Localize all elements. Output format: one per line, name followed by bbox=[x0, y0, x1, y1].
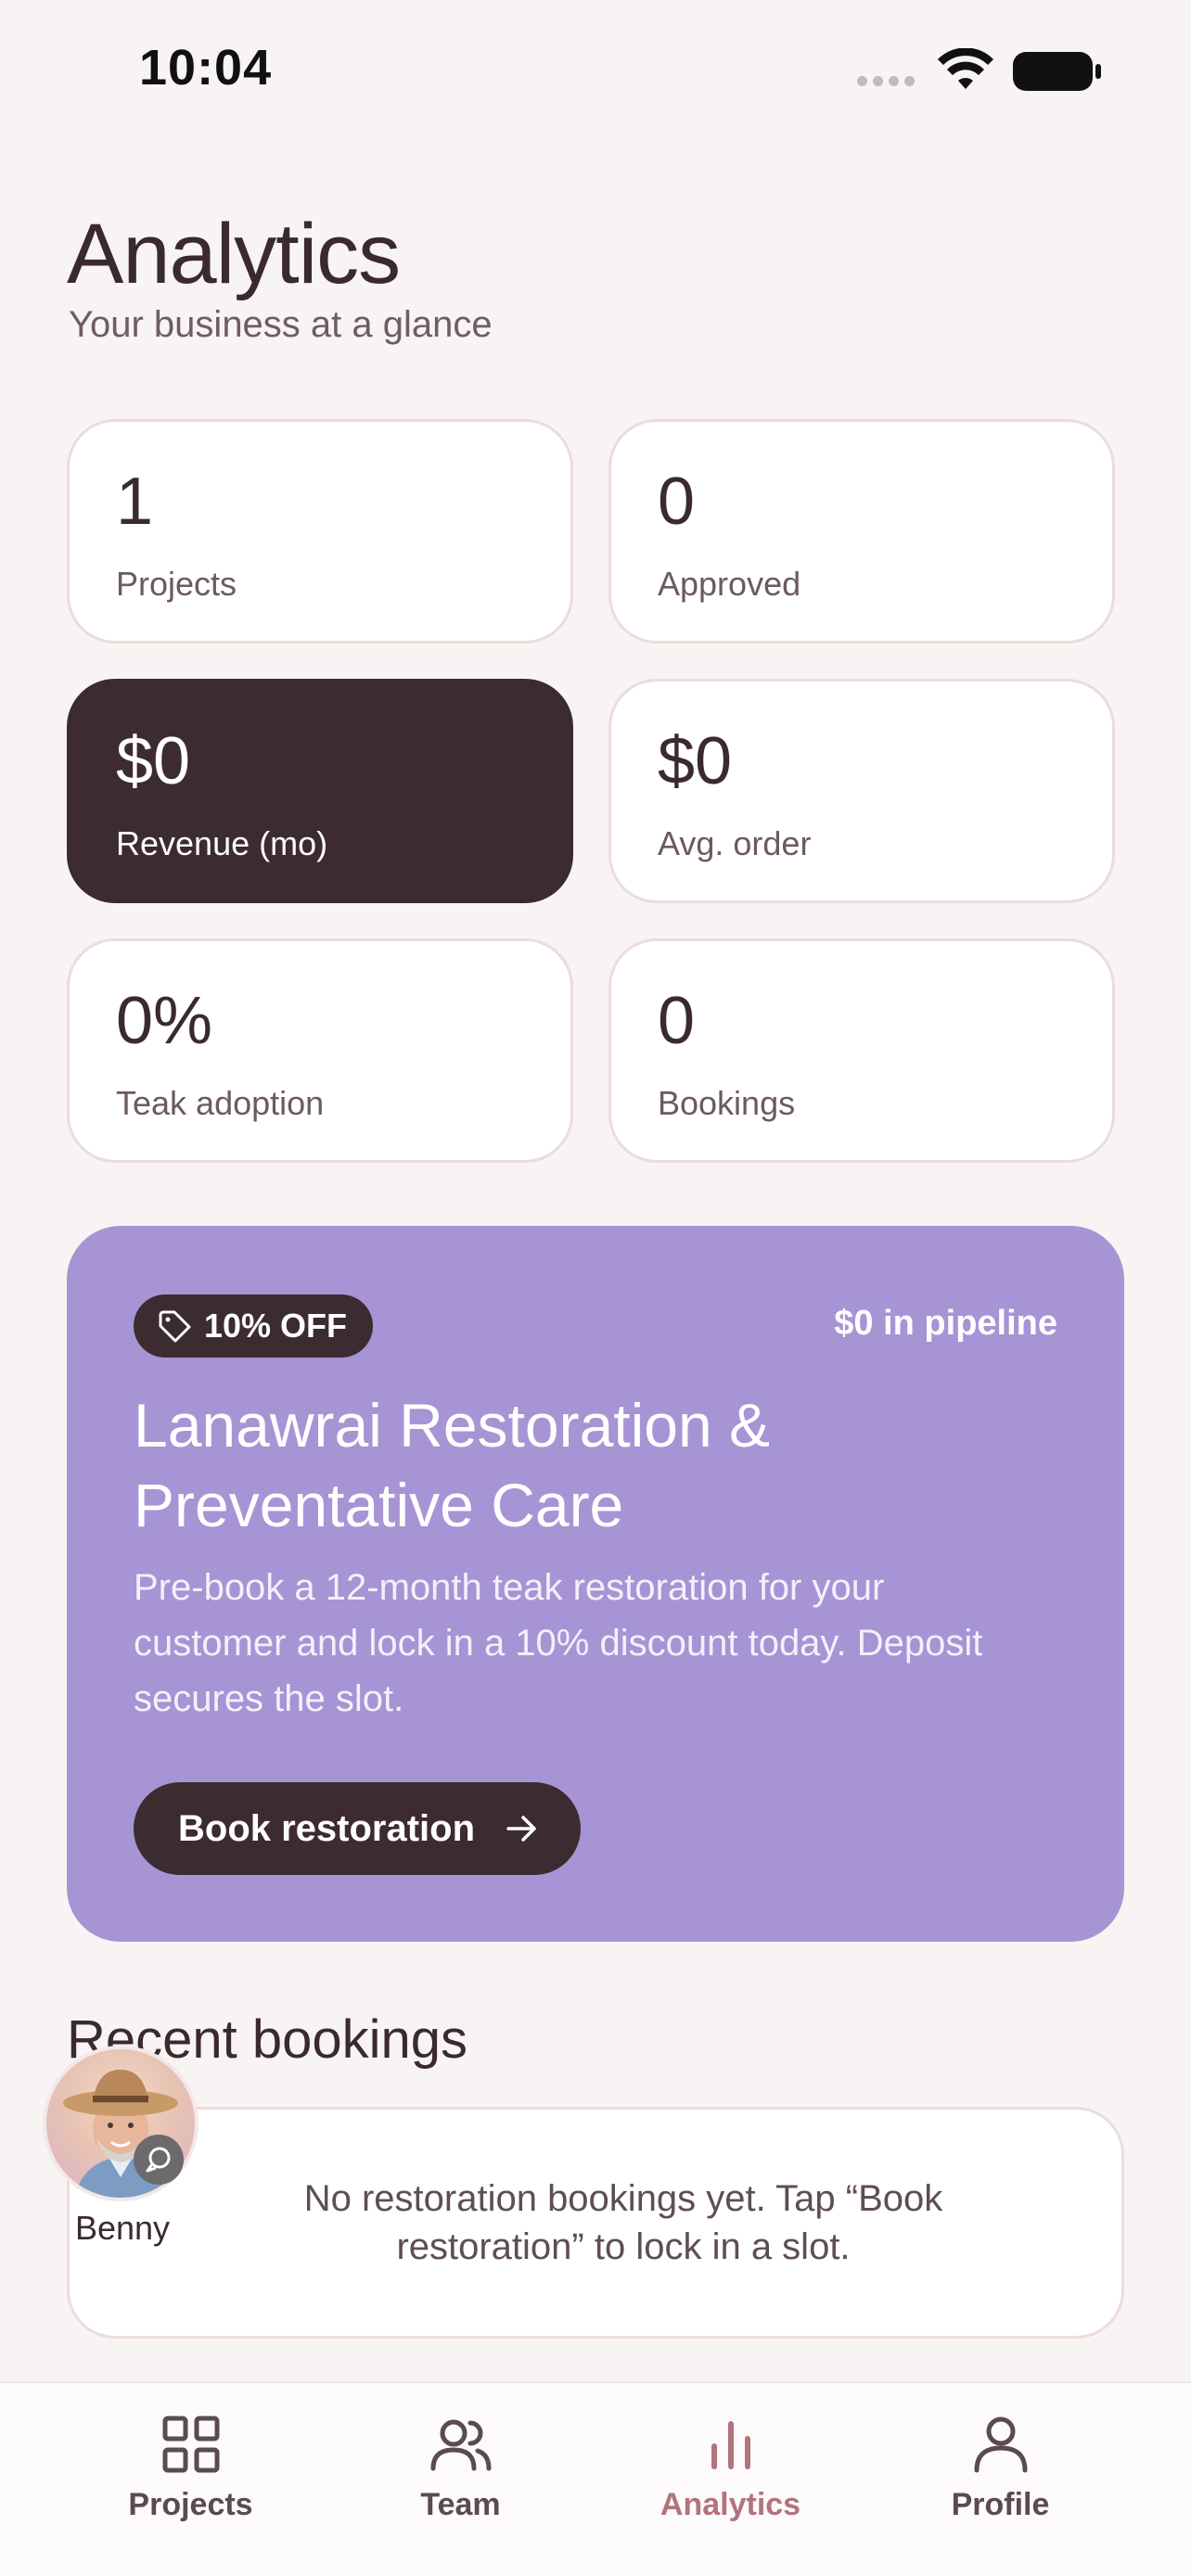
bookings-empty-card: No restoration bookings yet. Tap “Book r… bbox=[67, 2107, 1124, 2339]
promo-description: Pre-book a 12-month teak restoration for… bbox=[134, 1567, 983, 1719]
stat-value: $0 bbox=[116, 724, 191, 798]
bookings-empty-message: No restoration bookings yet. Tap “Book r… bbox=[303, 2178, 943, 2267]
stat-card-teak-adoption[interactable]: 0% Teak adoption bbox=[67, 938, 573, 1163]
stat-label: Teak adoption bbox=[116, 1084, 325, 1122]
tab-bar: Projects Team Analytics Profile bbox=[0, 2381, 1191, 2576]
tab-profile[interactable]: Profile bbox=[908, 2411, 1094, 2576]
page-title: Analytics bbox=[67, 207, 401, 301]
stat-label: Revenue (mo) bbox=[116, 824, 328, 862]
arrow-right-icon bbox=[506, 1816, 536, 1842]
wifi-icon bbox=[938, 48, 993, 89]
assistant-name: Benny bbox=[74, 2209, 171, 2247]
stat-value: 0% bbox=[116, 984, 213, 1058]
tab-team[interactable]: Team bbox=[368, 2411, 554, 2576]
stat-value: $0 bbox=[658, 724, 733, 798]
tab-label: Team bbox=[420, 2487, 501, 2522]
stats-grid: 1 Projects 0 Approved $0 Revenue (mo) $0… bbox=[67, 419, 1115, 1163]
stat-card-approved[interactable]: 0 Approved bbox=[608, 419, 1115, 644]
pipeline-amount: $0 in pipeline bbox=[834, 1304, 1057, 1343]
stat-label: Approved bbox=[658, 565, 801, 603]
bar-chart-icon bbox=[711, 2421, 750, 2469]
tab-label: Projects bbox=[128, 2487, 253, 2522]
restoration-promo-card: 10% OFF $0 in pipeline Lanawrai Restorat… bbox=[67, 1226, 1124, 1942]
stat-card-bookings[interactable]: 0 Bookings bbox=[608, 938, 1115, 1163]
person-icon bbox=[974, 2417, 1027, 2473]
signal-icon bbox=[857, 76, 915, 86]
stat-value: 1 bbox=[116, 465, 154, 539]
tag-icon bbox=[159, 1310, 191, 1343]
page-subtitle: Your business at a glance bbox=[69, 304, 493, 345]
grid-icon bbox=[162, 2416, 219, 2473]
stat-value: 0 bbox=[658, 465, 696, 539]
discount-badge: 10% OFF bbox=[134, 1294, 374, 1358]
stat-card-avg-order[interactable]: $0 Avg. order bbox=[608, 679, 1115, 903]
status-bar: 10:04 bbox=[0, 0, 1191, 139]
tab-label: Profile bbox=[951, 2487, 1050, 2522]
stat-label: Projects bbox=[116, 565, 237, 603]
tab-analytics[interactable]: Analytics bbox=[638, 2411, 824, 2576]
promo-title: Lanawrai Restoration & Preventative Care bbox=[134, 1391, 771, 1539]
stat-card-projects[interactable]: 1 Projects bbox=[67, 419, 573, 644]
book-restoration-button[interactable]: Book restoration bbox=[134, 1782, 582, 1875]
book-restoration-label: Book restoration bbox=[178, 1807, 476, 1849]
stat-label: Bookings bbox=[658, 1084, 796, 1122]
stat-card-revenue[interactable]: $0 Revenue (mo) bbox=[67, 679, 573, 903]
status-time: 10:04 bbox=[139, 40, 273, 96]
people-icon bbox=[430, 2419, 491, 2471]
assistant-button[interactable]: Benny bbox=[43, 2046, 202, 2248]
stat-label: Avg. order bbox=[658, 824, 812, 862]
chat-bubble-icon bbox=[134, 2135, 184, 2185]
tab-label: Analytics bbox=[660, 2487, 801, 2522]
battery-icon bbox=[1013, 52, 1101, 91]
tab-projects[interactable]: Projects bbox=[98, 2411, 284, 2576]
discount-badge-label: 10% OFF bbox=[204, 1307, 348, 1345]
stat-value: 0 bbox=[658, 984, 696, 1058]
